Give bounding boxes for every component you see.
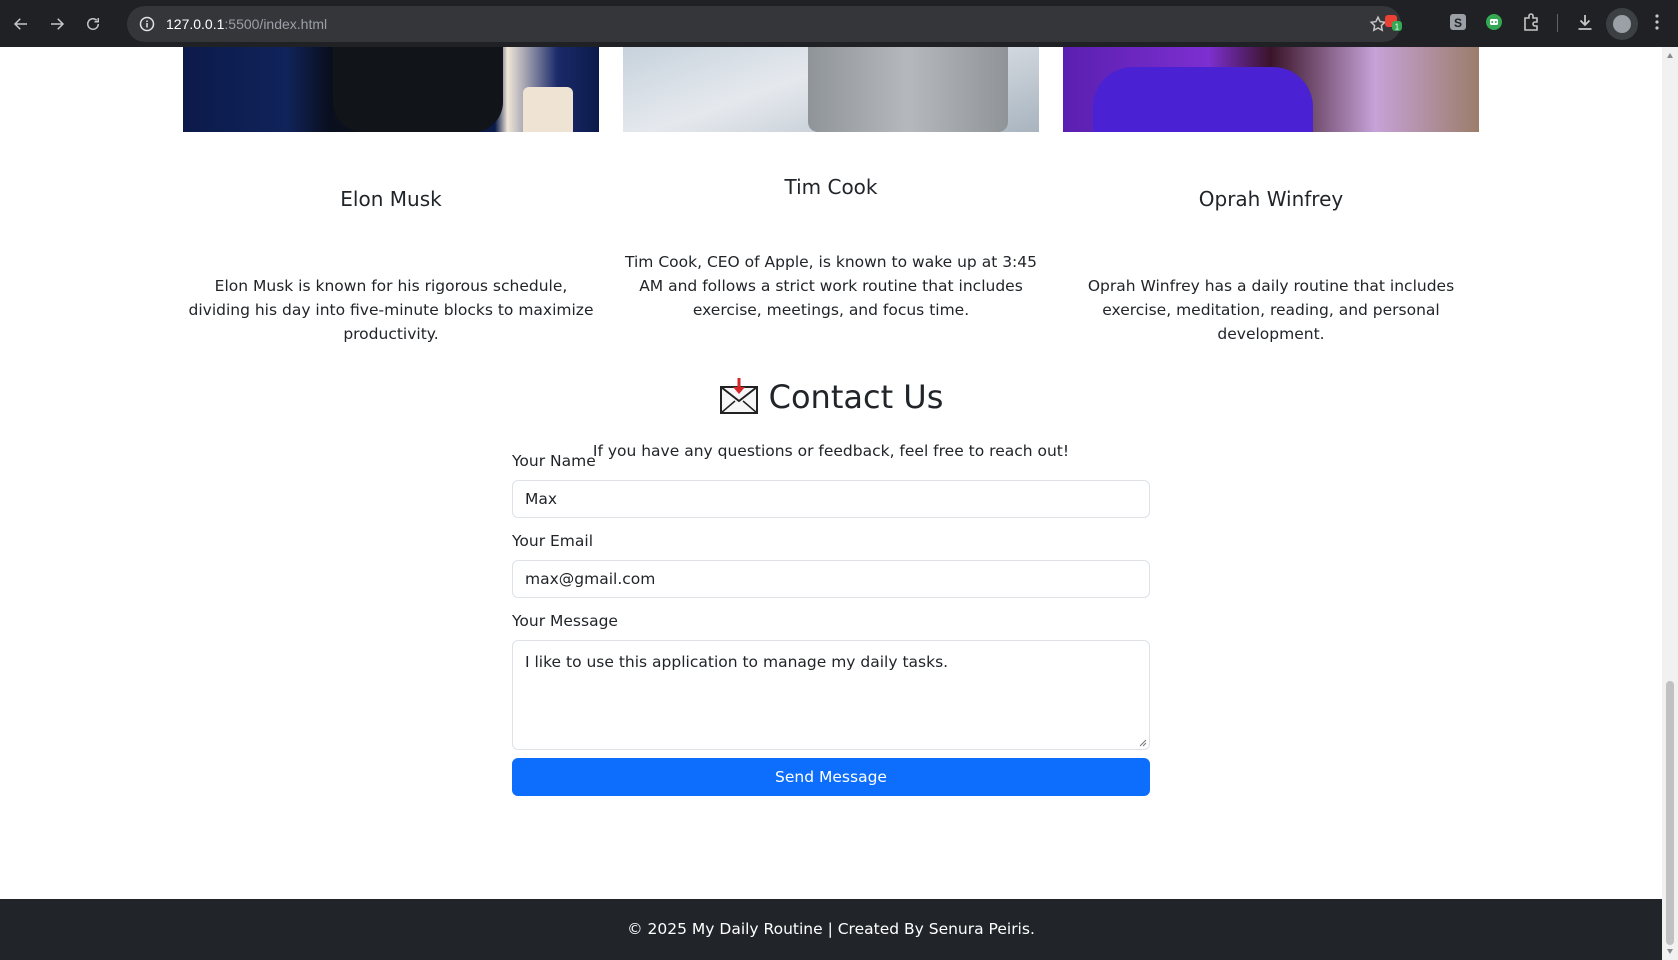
- vertical-scrollbar[interactable]: [1662, 47, 1678, 960]
- card-description: Oprah Winfrey has a daily routine that i…: [1087, 277, 1455, 343]
- reload-button[interactable]: [75, 6, 111, 42]
- footer: © 2025 My Daily Routine | Created By Sen…: [0, 899, 1662, 960]
- puzzle-icon[interactable]: [1520, 11, 1542, 33]
- url-path: :5500/index.html: [224, 15, 328, 32]
- back-button[interactable]: [3, 6, 39, 42]
- tim-cook-photo: [623, 47, 1039, 132]
- download-icon[interactable]: [1574, 11, 1596, 33]
- menu-kebab-icon[interactable]: [1646, 11, 1668, 33]
- person-card: Oprah Winfrey Oprah Winfrey has a daily …: [1063, 47, 1479, 343]
- contact-heading: Contact Us: [0, 377, 1662, 417]
- extension-badge-count: 1: [1395, 23, 1400, 32]
- email-input[interactable]: max@gmail.com: [512, 560, 1150, 598]
- oprah-winfrey-photo: [1063, 47, 1479, 132]
- email-label: Your Email: [512, 532, 594, 550]
- card-title: Tim Cook: [784, 175, 878, 199]
- card-title: Elon Musk: [340, 187, 442, 211]
- forward-button[interactable]: [39, 6, 75, 42]
- page-viewport: Elon Musk Elon Musk is known for his rig…: [0, 47, 1662, 960]
- browser-toolbar: 127.0.0.1:5500/index.html 1 S: [0, 0, 1678, 47]
- scroll-up-arrow-icon[interactable]: [1667, 53, 1673, 58]
- person-card: Elon Musk Elon Musk is known for his rig…: [183, 47, 599, 343]
- name-input[interactable]: Max: [512, 480, 1150, 518]
- message-textarea[interactable]: I like to use this application to manage…: [512, 640, 1150, 750]
- card-description: Elon Musk is known for his rigorous sche…: [188, 277, 594, 343]
- footer-text: © 2025 My Daily Routine | Created By Sen…: [627, 920, 1035, 938]
- reload-icon: [87, 17, 99, 30]
- resize-grip-icon[interactable]: [1138, 738, 1147, 747]
- extension-s-icon[interactable]: S: [1447, 11, 1469, 33]
- back-arrow-icon: [13, 17, 27, 30]
- incoming-envelope-icon: [719, 378, 758, 414]
- svg-text:S: S: [1454, 16, 1462, 30]
- contact-title: Contact Us: [768, 378, 944, 416]
- elon-musk-photo: [183, 47, 599, 132]
- card-title: Oprah Winfrey: [1198, 187, 1344, 211]
- card-description: Tim Cook, CEO of Apple, is known to wake…: [625, 253, 1037, 319]
- contact-subtitle: If you have any questions or feedback, f…: [592, 442, 1070, 460]
- person-card: Tim Cook Tim Cook, CEO of Apple, is know…: [623, 47, 1039, 319]
- scrollbar-thumb[interactable]: [1666, 681, 1674, 945]
- forward-arrow-icon: [51, 17, 65, 30]
- scroll-down-arrow-icon[interactable]: [1667, 949, 1673, 954]
- address-bar[interactable]: 127.0.0.1:5500/index.html: [127, 5, 1401, 42]
- toolbar-separator: [1557, 14, 1558, 32]
- message-text: I like to use this application to manage…: [525, 653, 949, 671]
- name-label: Your Name: [512, 452, 596, 470]
- site-info-icon[interactable]: [139, 16, 155, 32]
- extension-badge-icon[interactable]: 1: [1382, 11, 1404, 33]
- url-text[interactable]: 127.0.0.1:5500/index.html: [166, 16, 327, 32]
- avatar-icon: [1613, 15, 1631, 33]
- send-message-button[interactable]: Send Message: [512, 758, 1150, 796]
- extension-robot-icon[interactable]: [1483, 11, 1505, 33]
- profile-avatar[interactable]: [1606, 8, 1638, 40]
- url-host: 127.0.0.1: [166, 15, 225, 32]
- message-label: Your Message: [512, 612, 618, 630]
